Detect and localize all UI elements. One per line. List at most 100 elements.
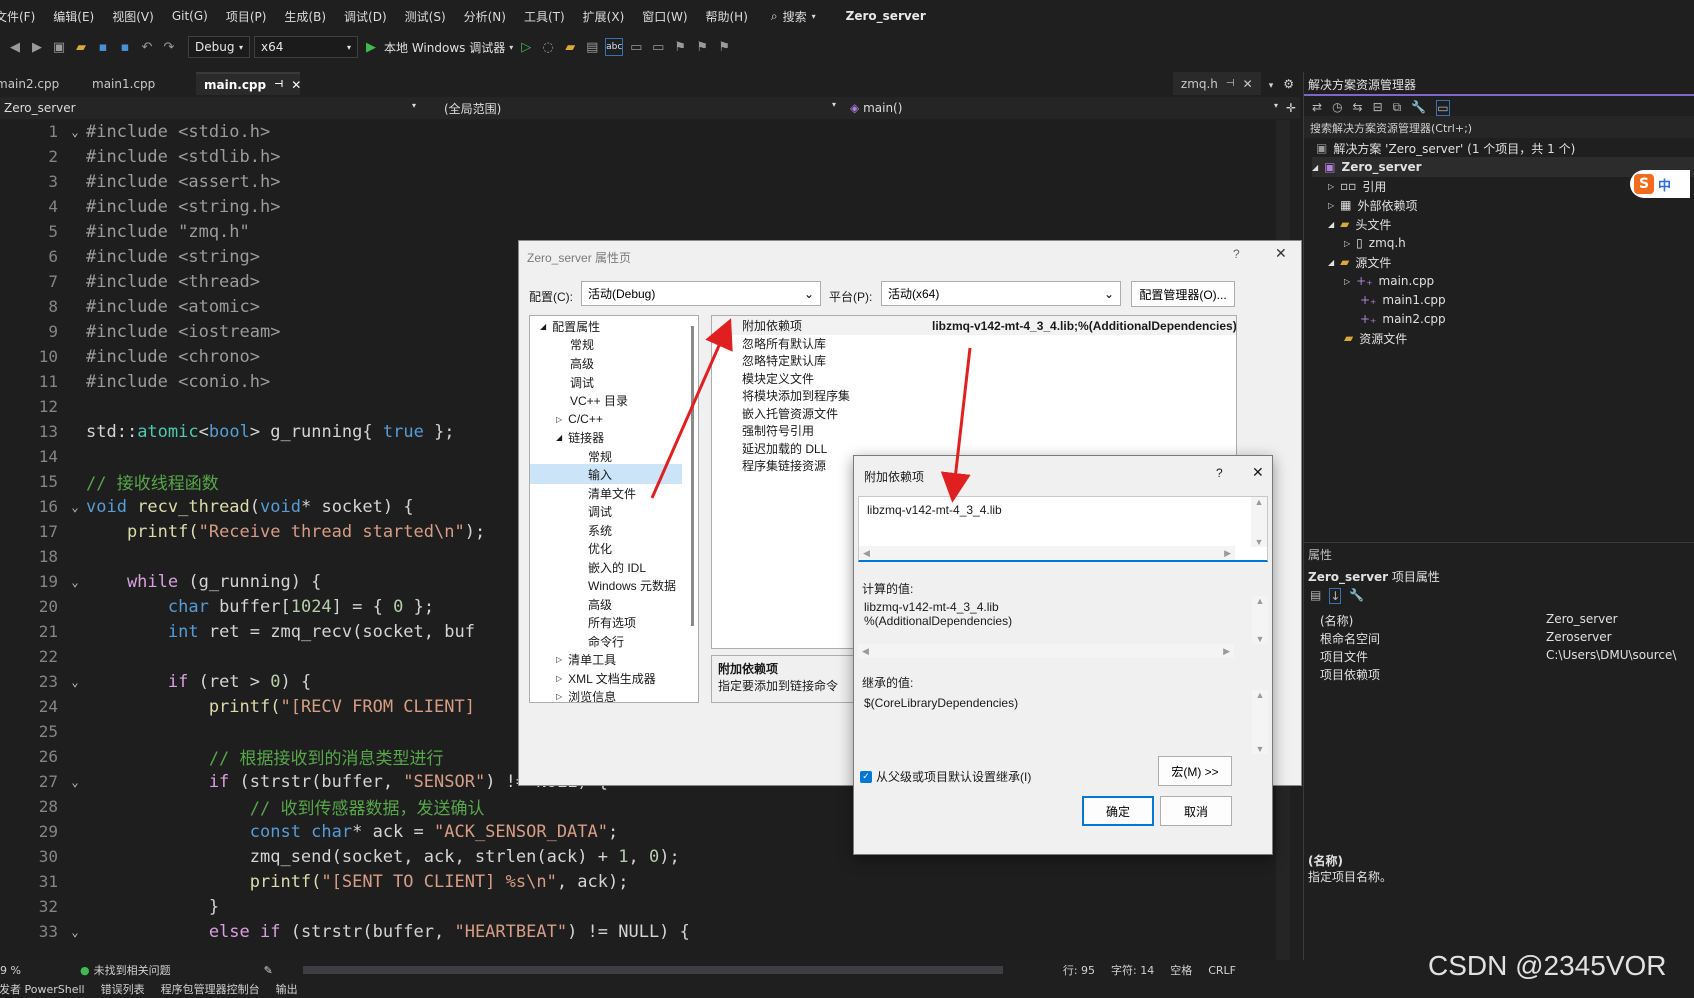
menu-test[interactable]: 测试(S) [396, 8, 455, 25]
file-zmq-h[interactable]: ▷ ▯ zmq.h [1344, 233, 1406, 253]
property-row[interactable]: 项目依赖项 [1304, 666, 1694, 685]
tree-config-properties[interactable]: ◢ 配置属性 [540, 316, 600, 336]
property-row[interactable]: 忽略特定默认库 [712, 351, 1236, 370]
tab-output[interactable]: 输出 [276, 981, 298, 997]
property-row[interactable]: 强制符号引用 [712, 421, 1236, 440]
pin-icon[interactable]: ⊣ [274, 79, 283, 90]
ok-button[interactable]: 确定 [1082, 796, 1154, 826]
fold-chevron-icon[interactable]: ⌄ [64, 675, 86, 689]
menu-view[interactable]: 视图(V) [103, 8, 163, 25]
gear-icon[interactable]: ⚙ [1277, 77, 1300, 95]
tree-xml-doc[interactable]: ▷ XML 文档生成器 [556, 668, 656, 688]
categorized-icon[interactable]: ▤ [1310, 588, 1321, 604]
tree-browse-info[interactable]: ▷ 浏览信息 [556, 686, 616, 703]
fold-chevron-icon[interactable]: ⌄ [64, 125, 86, 139]
file-main-cpp[interactable]: ▷ +₊ main.cpp [1344, 271, 1434, 291]
config-select[interactable]: Debug ▾ [188, 36, 250, 58]
headers-folder[interactable]: ◢ ▰ 头文件 [1328, 214, 1391, 234]
tree-linker-idl[interactable]: 嵌入的 IDL [588, 557, 646, 577]
spellcheck-icon[interactable]: abc [605, 38, 624, 56]
property-row[interactable]: 附加依赖项 libzmq-v142-mt-4_3_4.lib;%(Addition… [712, 316, 1236, 335]
menu-project[interactable]: 项目(P) [217, 8, 276, 25]
menu-build[interactable]: 生成(B) [275, 8, 335, 25]
category-tree[interactable]: ◢ 配置属性 常规 高级 调试 VC++ 目录 ▷ C/C++ ◢ 链接器 常规 输入… [529, 315, 699, 703]
menu-tools[interactable]: 工具(T) [515, 8, 574, 25]
scope-dropdown[interactable]: (全局范围) ▾ [420, 100, 840, 117]
history-icon[interactable]: ◷ [1332, 100, 1342, 116]
tree-manifest-tool[interactable]: ▷ 清单工具 [556, 649, 616, 669]
sources-folder[interactable]: ◢ ▰ 源文件 [1328, 252, 1391, 272]
help-icon[interactable]: ? [1233, 247, 1240, 261]
zoom-level[interactable]: 9 % [0, 964, 60, 977]
property-row[interactable]: 将模块添加到程序集 [712, 386, 1236, 405]
tab-error-list[interactable]: 错误列表 [101, 981, 145, 997]
pin-icon[interactable]: ⊣ [1226, 78, 1235, 89]
tab-package-manager[interactable]: 程序包管理器控制台 [161, 981, 260, 997]
config-combo[interactable]: 活动(Debug) ⌄ [581, 281, 821, 306]
tree-general[interactable]: 常规 [570, 334, 594, 354]
sync-icon[interactable]: ⇄ [1312, 100, 1322, 116]
tree-cpp[interactable]: ▷ C/C++ [556, 409, 603, 429]
menu-analyze[interactable]: 分析(N) [455, 8, 515, 25]
bookmark-icon[interactable]: ⚑ [671, 38, 689, 56]
solution-search-input[interactable]: 搜索解决方案资源管理器(Ctrl+;) [1304, 116, 1694, 138]
menu-file[interactable]: 文件(F) [0, 8, 44, 25]
tree-linker-input[interactable]: 输入 [530, 464, 682, 484]
solution-node[interactable]: ▣ 解决方案 'Zero_server' (1 个项目，共 1 个) [1316, 138, 1575, 158]
menu-help[interactable]: 帮助(H) [697, 8, 757, 25]
tree-debugging[interactable]: 调试 [570, 372, 594, 392]
bookmark-next-icon[interactable]: ⚑ [715, 38, 733, 56]
fold-chevron-icon[interactable]: ⌄ [64, 775, 86, 789]
open-icon[interactable]: ▰ [72, 38, 90, 56]
menu-window[interactable]: 窗口(W) [633, 8, 696, 25]
wrench-icon[interactable]: 🔧 [1411, 100, 1426, 116]
tab-zmq-h[interactable]: zmq.h ⊣ ✕ [1172, 72, 1261, 95]
tab-main[interactable]: main.cpp ⊣ ✕ [196, 72, 301, 95]
tree-linker-system[interactable]: 系统 [588, 520, 612, 540]
property-row[interactable]: 项目文件 C:\Users\DMU\source\ [1304, 648, 1694, 667]
fold-chevron-icon[interactable]: ⌄ [64, 575, 86, 589]
property-row[interactable]: (名称) Zero_server [1304, 612, 1694, 631]
tree-linker-debug[interactable]: 调试 [588, 501, 612, 521]
tree-scrollbar[interactable] [691, 326, 694, 626]
close-icon[interactable]: ✕ [1243, 77, 1253, 91]
hot-reload-icon[interactable]: ◌ [539, 38, 557, 56]
save-icon[interactable]: ▪ [94, 38, 112, 56]
inherit-checkbox-row[interactable]: ✓ 从父级或项目默认设置继承(I) [860, 768, 1031, 785]
checkbox-checked-icon[interactable]: ✓ [860, 770, 872, 783]
tree-linker-cmd[interactable]: 命令行 [588, 631, 624, 651]
config-manager-button[interactable]: 配置管理器(O)... [1131, 281, 1235, 307]
tab-powershell[interactable]: 开发者 PowerShell [0, 981, 85, 997]
copy-icon[interactable]: ⧉ [1393, 100, 1402, 116]
menu-edit[interactable]: 编辑(E) [44, 8, 103, 25]
horizontal-scrollbar[interactable]: ◀ ▶ [858, 644, 1234, 658]
references-node[interactable]: ▷ ▫▫ 引用 [1328, 176, 1386, 196]
tree-linker-all[interactable]: 所有选项 [588, 612, 636, 632]
save-all-icon[interactable]: ▪ [116, 38, 134, 56]
close-icon[interactable]: ✕ [1275, 245, 1287, 262]
external-deps-node[interactable]: ▷ ▦ 外部依赖项 [1328, 195, 1418, 215]
horizontal-scrollbar[interactable] [302, 966, 1003, 974]
issues-status[interactable]: 未找到相关问题 [94, 962, 244, 978]
split-icon[interactable]: ✛ [1282, 101, 1296, 115]
brush-icon[interactable]: ✎ [264, 964, 273, 977]
switch-icon[interactable]: ⇆ [1353, 100, 1363, 116]
platform-select[interactable]: x64 ▾ [254, 36, 358, 58]
run-debugger-button[interactable]: 本地 Windows 调试器 [384, 39, 505, 56]
redo-icon[interactable]: ↷ [160, 38, 178, 56]
member-dropdown[interactable]: ◈ main() ▾ [840, 101, 1282, 115]
collapse-icon[interactable]: ⊟ [1373, 100, 1383, 116]
menu-debug[interactable]: 调试(D) [335, 8, 396, 25]
search-box[interactable]: ⌕ 搜索 ▾ [771, 8, 816, 25]
resources-folder[interactable]: ▰ 资源文件 [1344, 328, 1407, 348]
platform-combo[interactable]: 活动(x64) ⌄ [881, 281, 1121, 306]
file-main2-cpp[interactable]: +₊ main2.cpp [1360, 309, 1446, 329]
property-row[interactable]: 根命名空间 Zeroserver [1304, 630, 1694, 649]
back-icon[interactable]: ◀ [6, 38, 24, 56]
alphabetical-icon[interactable]: ↓ [1329, 588, 1342, 604]
tree-advanced[interactable]: 高级 [570, 353, 594, 373]
uncomment-icon[interactable]: ▭ [649, 38, 667, 56]
new-project-icon[interactable]: ▣ [50, 38, 68, 56]
fold-chevron-icon[interactable]: ⌄ [64, 500, 86, 514]
vertical-scrollbar[interactable]: ▲ ▼ [1252, 596, 1268, 644]
